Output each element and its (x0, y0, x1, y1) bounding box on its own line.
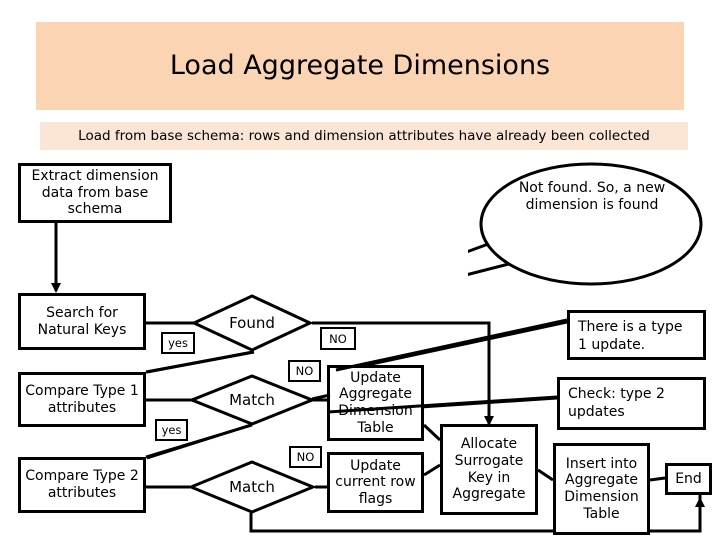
note-check-type-2-updates[interactable]: Check: type 2 updates (557, 377, 706, 430)
note-type-1-update[interactable]: There is a type 1 update. (567, 310, 706, 360)
node-allocate-surrogate-key[interactable]: Allocate Surrogate Key in Aggregate (440, 424, 538, 515)
node-update-current-row-flags[interactable]: Update current row flags (327, 452, 424, 513)
node-search-natural-keys[interactable]: Search for Natural Keys (18, 293, 146, 350)
flowchart-slide: Load Aggregate Dimensions Load from base… (0, 0, 720, 540)
decision-found[interactable]: Found (192, 294, 312, 352)
callout-not-found: Not found. So, a new dimension is found (468, 162, 704, 290)
edge-label-found-no: NO (320, 327, 356, 350)
node-extract-dimension-data[interactable]: Extract dimension data from base schema (18, 163, 172, 223)
decision-match-type-2[interactable]: Match (189, 460, 315, 514)
node-insert-into-aggregate-dimension-table[interactable]: Insert into Aggregate Dimension Table (553, 443, 650, 535)
edge-label-match1-yes: yes (155, 419, 188, 441)
edge-label-found-yes: yes (161, 332, 195, 354)
node-update-aggregate-dimension-table[interactable]: Update Aggregate Dimension Table (327, 365, 424, 441)
edge-label-match1-no: NO (288, 360, 321, 382)
node-compare-type-1-attributes[interactable]: Compare Type 1 attributes (18, 372, 146, 427)
edge-label-match2-no: NO (289, 446, 322, 468)
node-end[interactable]: End (665, 463, 712, 495)
node-compare-type-2-attributes[interactable]: Compare Type 2 attributes (18, 457, 146, 513)
